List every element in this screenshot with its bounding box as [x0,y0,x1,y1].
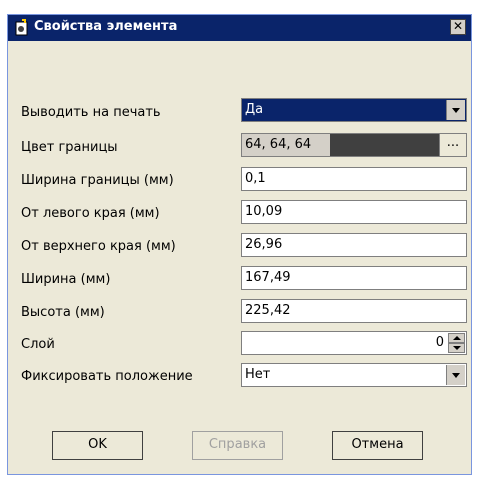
lock-position-value: Нет [245,367,271,382]
label-lock-position: Фиксировать положение [21,369,193,384]
width-input[interactable]: 167,49 [241,266,467,290]
label-border-color: Цвет границы [21,140,118,155]
border-color-field: 64, 64, 64 ... [241,133,467,157]
color-swatch [330,134,439,156]
chevron-down-icon [452,373,460,378]
choose-color-button[interactable]: ... [439,134,466,156]
document-icon [15,19,28,36]
window-title: Свойства элемента [34,19,178,34]
border-width-input[interactable]: 0,1 [241,167,467,191]
layer-spinner[interactable]: 0 [241,331,467,355]
print-value: Да [245,102,264,117]
help-button[interactable]: Справка [192,431,283,460]
spin-down-button[interactable] [448,343,465,353]
label-border-width: Ширина границы (мм) [21,173,174,188]
layer-value: 0 [435,335,444,350]
close-icon: ✕ [452,19,464,33]
arrow-up-icon [453,336,461,340]
chevron-down-icon [452,108,460,113]
height-input[interactable]: 225,42 [241,299,467,323]
ok-button[interactable]: OK [52,431,143,460]
close-button[interactable]: ✕ [450,19,466,35]
print-select[interactable]: Да [241,98,467,122]
label-layer: Слой [21,337,55,352]
top-offset-input[interactable]: 26,96 [241,233,467,257]
cancel-button[interactable]: Отмена [332,431,423,460]
left-offset-input[interactable]: 10,09 [241,200,467,224]
properties-dialog: Свойства элемента ✕ Выводить на печать Д… [7,14,472,475]
lock-position-select[interactable]: Нет [241,363,467,387]
title-bar[interactable]: Свойства элемента ✕ [8,15,471,41]
border-color-value: 64, 64, 64 [245,137,312,152]
label-print: Выводить на печать [21,105,161,120]
layer-spin-buttons [448,333,465,353]
spin-up-button[interactable] [448,333,465,343]
label-height: Высота (мм) [21,305,105,320]
label-top-offset: От верхнего края (мм) [21,239,176,254]
label-left-offset: От левого края (мм) [21,206,160,221]
arrow-down-icon [453,346,461,350]
lock-position-dropdown-button[interactable] [446,365,465,385]
label-width: Ширина (мм) [21,272,111,287]
print-dropdown-button[interactable] [446,100,465,120]
